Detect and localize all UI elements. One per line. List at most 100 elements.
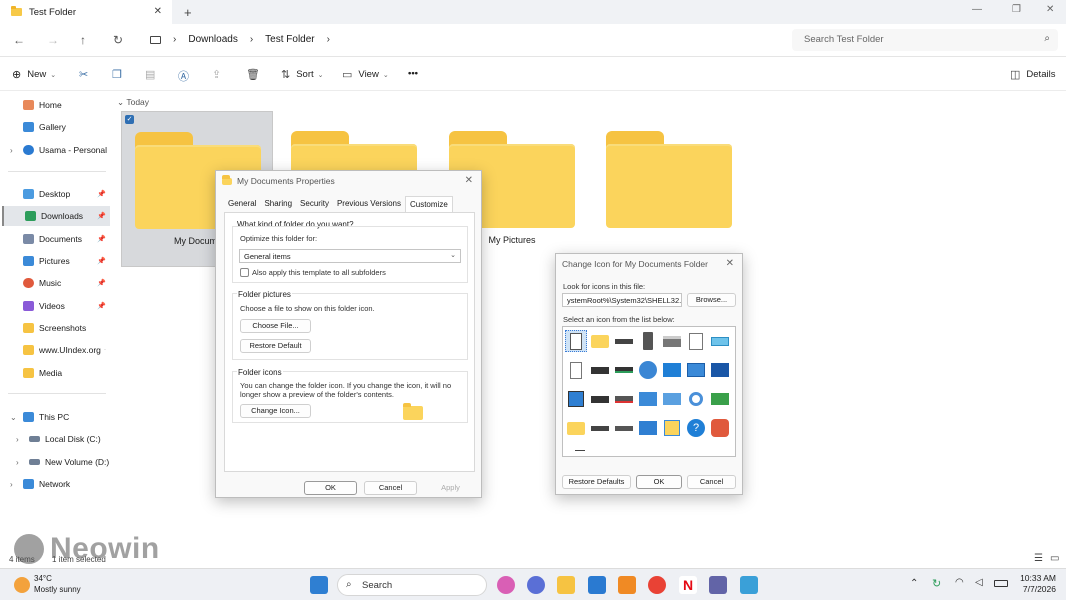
green-arrow-icon[interactable] bbox=[709, 388, 731, 410]
view-button[interactable]: ▭ View ⌄ bbox=[342, 68, 389, 81]
sidebar-item-pictures[interactable]: Pictures 📌 bbox=[2, 251, 110, 271]
chrome-icon[interactable] bbox=[648, 576, 666, 594]
netflix-icon[interactable]: N bbox=[679, 576, 697, 594]
list-view-icon[interactable]: ☰ bbox=[1034, 553, 1043, 564]
drive-icon[interactable] bbox=[589, 417, 611, 439]
computer-drive-icon[interactable] bbox=[589, 359, 611, 381]
taskbar-search[interactable]: ⌕ Search bbox=[337, 574, 487, 596]
sidebar-item-videos[interactable]: Videos 📌 bbox=[2, 296, 110, 316]
chevron-right-icon[interactable]: › bbox=[173, 34, 176, 45]
sort-button[interactable]: ⇅ Sort ⌄ bbox=[281, 68, 324, 81]
optimize-select[interactable]: General items ⌄ bbox=[239, 249, 461, 263]
checkbox-checked-icon[interactable]: ✓ bbox=[125, 115, 134, 124]
sidebar-item-desktop[interactable]: Desktop 📌 bbox=[2, 184, 110, 204]
server-drive-icon[interactable] bbox=[589, 388, 611, 410]
restore-defaults-button[interactable]: Restore Defaults bbox=[562, 475, 631, 489]
chevron-right-icon[interactable]: › bbox=[16, 458, 19, 467]
folder-icon[interactable] bbox=[565, 417, 587, 439]
apply-button[interactable]: Apply bbox=[424, 481, 477, 495]
crumb-test-folder[interactable]: Test Folder bbox=[265, 34, 314, 45]
snipping-tool-icon[interactable] bbox=[740, 576, 758, 594]
sidebar-item-network[interactable]: › Network bbox=[2, 474, 110, 494]
sidebar-item-music[interactable]: Music 📌 bbox=[2, 273, 110, 293]
tab-test-folder[interactable]: Test Folder ✕ bbox=[0, 0, 172, 24]
magnifier-icon[interactable] bbox=[685, 388, 707, 410]
rename-button[interactable]: Ⓐ bbox=[178, 68, 195, 84]
sidebar-item-home[interactable]: Home bbox=[2, 95, 110, 115]
sun-icon[interactable] bbox=[14, 577, 30, 593]
apply-template-checkbox[interactable] bbox=[240, 268, 249, 277]
monitor-icon[interactable] bbox=[150, 35, 161, 44]
tab-previous-versions[interactable]: Previous Versions bbox=[333, 196, 405, 212]
cancel-button[interactable]: Cancel bbox=[687, 475, 736, 489]
forward-icon[interactable]: → bbox=[47, 33, 59, 47]
vlc-icon[interactable] bbox=[618, 576, 636, 594]
monitor-icon[interactable] bbox=[685, 359, 707, 381]
power-icon[interactable] bbox=[709, 417, 731, 439]
folder-icon[interactable] bbox=[589, 330, 611, 352]
copy-button[interactable]: ❐ bbox=[112, 68, 128, 81]
blank-document-icon[interactable] bbox=[565, 330, 587, 352]
help-icon[interactable]: ? bbox=[685, 417, 707, 439]
chevron-up-icon[interactable]: ⌃ bbox=[910, 578, 918, 589]
crumb-downloads[interactable]: Downloads bbox=[188, 34, 237, 45]
share-button[interactable]: ⇪ bbox=[212, 68, 227, 81]
details-button[interactable]: ◫ Details bbox=[1010, 68, 1055, 81]
chevron-right-icon[interactable]: › bbox=[10, 146, 13, 155]
teams-icon[interactable] bbox=[709, 576, 727, 594]
removable-drive-icon[interactable] bbox=[709, 330, 731, 352]
store-icon[interactable] bbox=[588, 576, 606, 594]
group-header[interactable]: ⌄ Today bbox=[117, 97, 149, 108]
tab-sharing[interactable]: Sharing bbox=[260, 196, 296, 212]
computer-icon[interactable] bbox=[637, 388, 659, 410]
minimize-button[interactable]: — bbox=[972, 4, 982, 15]
back-icon[interactable]: ← bbox=[13, 33, 25, 47]
app-icon[interactable] bbox=[527, 576, 545, 594]
choose-file-button[interactable]: Choose File... bbox=[240, 319, 311, 333]
desktop-monitor-icon[interactable] bbox=[709, 359, 731, 381]
network-icon[interactable] bbox=[661, 388, 683, 410]
sidebar-item-onedrive[interactable]: › Usama - Personal bbox=[2, 140, 110, 160]
up-icon[interactable]: ↑ bbox=[80, 33, 86, 47]
chevron-right-icon[interactable]: › bbox=[16, 435, 19, 444]
volume-icon[interactable]: ◁ bbox=[975, 577, 983, 588]
change-icon-button[interactable]: Change Icon... bbox=[240, 404, 311, 418]
wifi-icon[interactable]: ◠ bbox=[955, 577, 964, 588]
clock[interactable]: 10:33 AM 7/7/2026 bbox=[1016, 573, 1056, 595]
sidebar-item-screenshots[interactable]: Screenshots bbox=[2, 318, 110, 338]
chevron-down-icon[interactable]: ⌄ bbox=[10, 413, 17, 422]
new-tab-button[interactable]: + bbox=[184, 5, 192, 20]
delete-button[interactable]: 🗑 bbox=[246, 68, 266, 81]
icon-list[interactable]: ? bbox=[562, 326, 736, 457]
battery-icon[interactable] bbox=[994, 580, 1008, 587]
chevron-right-icon[interactable]: › bbox=[10, 480, 13, 489]
cancel-button[interactable]: Cancel bbox=[364, 481, 417, 495]
close-tab-icon[interactable]: ✕ bbox=[154, 6, 162, 17]
sync-icon[interactable]: ↻ bbox=[932, 577, 941, 590]
sidebar-item-documents[interactable]: Documents 📌 bbox=[2, 229, 110, 249]
network-globe-icon[interactable] bbox=[661, 359, 683, 381]
cut-button[interactable]: ✂ bbox=[79, 68, 94, 81]
ok-button[interactable]: OK bbox=[636, 475, 682, 489]
globe-icon[interactable] bbox=[637, 359, 659, 381]
sidebar-item-this-pc[interactable]: ⌄ This PC bbox=[2, 407, 110, 427]
tab-security[interactable]: Security bbox=[296, 196, 333, 212]
tower-icon[interactable] bbox=[637, 330, 659, 352]
start-icon[interactable] bbox=[310, 576, 328, 594]
drive-icon[interactable] bbox=[613, 417, 635, 439]
copilot-icon[interactable] bbox=[497, 576, 515, 594]
tab-customize[interactable]: Customize bbox=[404, 196, 453, 212]
close-window-button[interactable]: ✕ bbox=[1046, 4, 1054, 15]
new-button[interactable]: ⊕ New ⌄ bbox=[12, 68, 56, 81]
chevron-right-icon[interactable]: › bbox=[327, 34, 330, 45]
sidebar-item-media[interactable]: Media bbox=[2, 363, 110, 383]
grid-icon[interactable] bbox=[661, 417, 683, 439]
chevron-right-icon[interactable]: › bbox=[250, 34, 253, 45]
search-input[interactable]: Search Test Folder ⌕ bbox=[792, 29, 1058, 51]
disconnected-drive-icon[interactable] bbox=[613, 388, 635, 410]
printer-icon[interactable] bbox=[661, 330, 683, 352]
weather-widget[interactable]: 34°C Mostly sunny bbox=[34, 573, 81, 595]
close-icon[interactable]: ✕ bbox=[726, 258, 734, 269]
tab-general[interactable]: General bbox=[224, 196, 260, 212]
sidebar-item-new-volume[interactable]: › New Volume (D:) bbox=[2, 452, 110, 472]
